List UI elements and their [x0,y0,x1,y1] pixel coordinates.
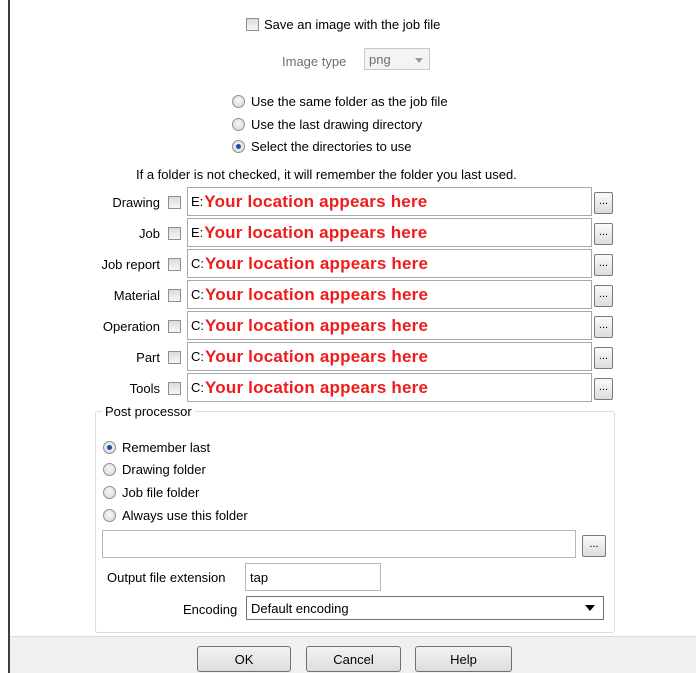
radio-select-dirs[interactable]: Select the directories to use [232,139,411,154]
dir-drive: C: [191,380,204,395]
radio-job-file-folder[interactable]: Job file folder [103,485,199,500]
dir-label-job: Job [139,226,160,241]
encoding-value: Default encoding [251,600,349,616]
ellipsis-icon: ... [598,226,609,238]
chevron-down-icon [415,58,423,63]
dir-drive: E: [191,194,204,209]
radio-remember-last[interactable]: Remember last [103,440,210,455]
dir-drive: E: [191,225,204,240]
ellipsis-icon: ... [598,381,609,393]
dir-drive: C: [191,256,204,271]
dir-label-operation: Operation [102,319,160,334]
save-image-row[interactable]: Save an image with the job file [246,17,440,32]
radio-always-folder[interactable]: Always use this folder [103,508,248,523]
dir-checkbox-job-report[interactable] [168,258,181,271]
dir-path-text: Your location appears here [205,253,429,273]
radio-same-folder-label: Use the same folder as the job file [251,94,448,109]
chevron-down-icon [585,605,595,611]
dir-label-job-report: Job report [101,257,160,272]
output-ext-value: tap [250,569,269,585]
help-button[interactable]: Help [415,646,512,672]
dir-path-text: Your location appears here [205,377,429,397]
post-processor-title: Post processor [102,404,195,419]
ellipsis-icon: ... [598,350,609,362]
dir-label-tools: Tools [129,381,160,396]
dir-path-field-material[interactable]: C: Your location appears here [187,280,592,309]
encoding-label: Encoding [183,602,238,617]
dir-path-text: Your location appears here [204,191,428,211]
dir-checkbox-job[interactable] [168,227,181,240]
dir-path-field-operation[interactable]: C: Your location appears here [187,311,592,340]
dir-path-text: Your location appears here [205,284,429,304]
save-image-label: Save an image with the job file [264,17,441,32]
folder-hint-text: If a folder is not checked, it will reme… [136,167,517,182]
radio-drawing-folder[interactable]: Drawing folder [103,462,206,477]
help-button-label: Help [450,651,477,667]
dir-path-field-job[interactable]: E: Your location appears here [187,218,592,247]
radio-select-dirs-label: Select the directories to use [251,139,412,154]
post-folder-browse-button[interactable]: ... [582,535,606,557]
dir-checkbox-operation[interactable] [168,320,181,333]
radio-job-file-folder-label: Job file folder [122,485,200,500]
dir-browse-button-part[interactable]: ... [594,347,613,369]
radio-job-file-folder-button[interactable] [103,486,116,499]
dir-path-field-drawing[interactable]: E: Your location appears here [187,187,592,216]
radio-remember-last-label: Remember last [122,440,211,455]
output-ext-label: Output file extension [107,570,226,585]
ellipsis-icon: ... [598,257,609,269]
dir-path-text: Your location appears here [204,222,428,242]
dir-checkbox-material[interactable] [168,289,181,302]
ellipsis-icon: ... [598,288,609,300]
save-image-checkbox[interactable] [246,18,259,31]
radio-remember-last-button[interactable] [103,441,116,454]
dir-path-field-part[interactable]: C: Your location appears here [187,342,592,371]
radio-always-folder-button[interactable] [103,509,116,522]
dir-browse-button-job-report[interactable]: ... [594,254,613,276]
ok-button-label: OK [234,651,254,667]
cancel-button[interactable]: Cancel [306,646,401,672]
dir-path-field-tools[interactable]: C: Your location appears here [187,373,592,402]
dir-label-material: Material [113,288,160,303]
dir-browse-button-material[interactable]: ... [594,285,613,307]
dir-path-field-job-report[interactable]: C: Your location appears here [187,249,592,278]
image-type-label: Image type [282,54,347,69]
ok-button[interactable]: OK [197,646,291,672]
radio-last-drawing-button[interactable] [232,118,245,131]
ellipsis-icon: ... [589,538,599,550]
ellipsis-icon: ... [598,195,609,207]
output-ext-input[interactable]: tap [245,563,381,591]
dir-drive: C: [191,349,204,364]
radio-last-drawing-label: Use the last drawing directory [251,117,423,132]
window-left-border [8,0,10,673]
dir-drive: C: [191,287,204,302]
encoding-select[interactable]: Default encoding [246,596,604,620]
radio-same-folder[interactable]: Use the same folder as the job file [232,94,448,109]
radio-drawing-folder-label: Drawing folder [122,462,206,477]
dir-browse-button-drawing[interactable]: ... [594,192,613,214]
dir-browse-button-operation[interactable]: ... [594,316,613,338]
cancel-button-label: Cancel [333,651,374,667]
image-type-select: png [364,48,430,70]
dir-browse-button-job[interactable]: ... [594,223,613,245]
dir-browse-button-tools[interactable]: ... [594,378,613,400]
radio-drawing-folder-button[interactable] [103,463,116,476]
dir-checkbox-part[interactable] [168,351,181,364]
dir-label-part: Part [136,350,160,365]
image-type-value: png [369,51,391,67]
post-folder-input[interactable] [102,530,576,558]
dir-path-text: Your location appears here [205,315,429,335]
ellipsis-icon: ... [598,319,609,331]
radio-select-dirs-button[interactable] [232,140,245,153]
radio-same-folder-button[interactable] [232,95,245,108]
dir-drive: C: [191,318,204,333]
dir-checkbox-drawing[interactable] [168,196,181,209]
dir-checkbox-tools[interactable] [168,382,181,395]
radio-always-folder-label: Always use this folder [122,508,248,523]
dir-path-text: Your location appears here [205,346,429,366]
dir-label-drawing: Drawing [112,195,160,210]
radio-last-drawing[interactable]: Use the last drawing directory [232,117,422,132]
